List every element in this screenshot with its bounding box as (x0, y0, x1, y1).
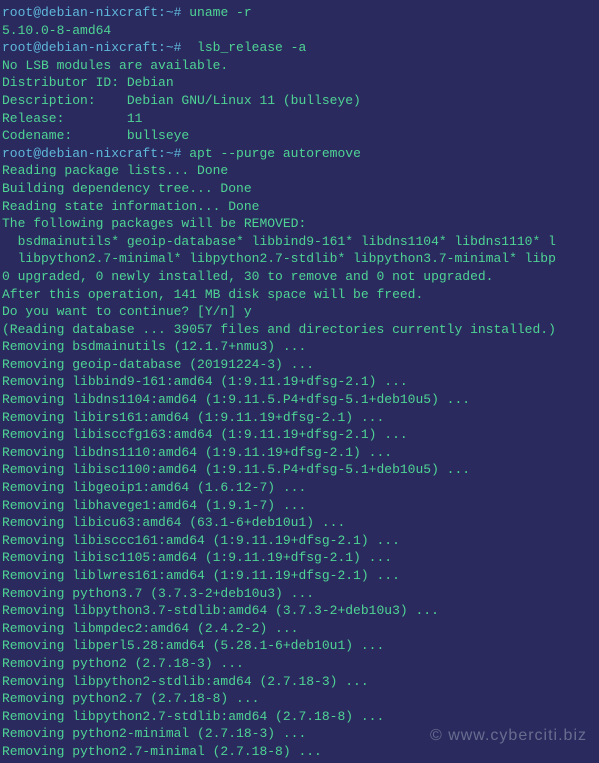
terminal-line: Removing python2 (2.7.18-3) ... (2, 655, 599, 673)
terminal-line: Removing libisc1105:amd64 (1:9.11.19+dfs… (2, 549, 599, 567)
terminal-line: Building dependency tree... Done (2, 180, 599, 198)
terminal-line: Removing libicu63:amd64 (63.1-6+deb10u1)… (2, 514, 599, 532)
shell-prompt: root@debian-nixcraft:~# (2, 5, 181, 20)
terminal-line: Removing libisccc161:amd64 (1:9.11.19+df… (2, 532, 599, 550)
shell-prompt: root@debian-nixcraft:~# (2, 40, 181, 55)
shell-command: apt --purge autoremove (181, 146, 360, 161)
shell-command: uname -r (181, 5, 251, 20)
terminal-line: After this operation, 141 MB disk space … (2, 286, 599, 304)
terminal-line: Removing libmpdec2:amd64 (2.4.2-2) ... (2, 620, 599, 638)
terminal-line: No LSB modules are available. (2, 57, 599, 75)
terminal-line: bsdmainutils* geoip-database* libbind9-1… (2, 233, 599, 251)
terminal-line: Removing libdns1104:amd64 (1:9.11.5.P4+d… (2, 391, 599, 409)
terminal-line: Removing bsdmainutils (12.1.7+nmu3) ... (2, 338, 599, 356)
terminal-line: root@debian-nixcraft:~# lsb_release -a (2, 39, 599, 57)
terminal-line: Removing libirs161:amd64 (1:9.11.19+dfsg… (2, 409, 599, 427)
terminal-line: Removing libbind9-161:amd64 (1:9.11.19+d… (2, 373, 599, 391)
terminal-line: Reading state information... Done (2, 198, 599, 216)
terminal-line: Codename: bullseye (2, 127, 599, 145)
terminal-line: Removing libisc1100:amd64 (1:9.11.5.P4+d… (2, 461, 599, 479)
terminal-line: (Reading database ... 39057 files and di… (2, 321, 599, 339)
terminal-line: Removing libgeoip1:amd64 (1.6.12-7) ... (2, 479, 599, 497)
terminal-line: 0 upgraded, 0 newly installed, 30 to rem… (2, 268, 599, 286)
terminal-line: Distributor ID: Debian (2, 74, 599, 92)
terminal-line: Reading package lists... Done (2, 162, 599, 180)
terminal-line: Removing python3.7 (3.7.3-2+deb10u3) ... (2, 585, 599, 603)
terminal-line: Removing liblwres161:amd64 (1:9.11.19+df… (2, 567, 599, 585)
terminal-line: libpython2.7-minimal* libpython2.7-stdli… (2, 250, 599, 268)
terminal-line: Removing geoip-database (20191224-3) ... (2, 356, 599, 374)
terminal-line: 5.10.0-8-amd64 (2, 22, 599, 40)
shell-command: lsb_release -a (181, 40, 306, 55)
terminal-line: The following packages will be REMOVED: (2, 215, 599, 233)
shell-prompt: root@debian-nixcraft:~# (2, 146, 181, 161)
terminal-line: Removing python2.7-minimal (2.7.18-8) ..… (2, 743, 599, 761)
terminal-line: Removing libisccfg163:amd64 (1:9.11.19+d… (2, 426, 599, 444)
terminal-output: root@debian-nixcraft:~# uname -r5.10.0-8… (2, 4, 599, 761)
terminal-line: root@debian-nixcraft:~# uname -r (2, 4, 599, 22)
terminal-line: Removing libhavege1:amd64 (1.9.1-7) ... (2, 497, 599, 515)
terminal-line: Removing python2-minimal (2.7.18-3) ... (2, 725, 599, 743)
terminal-line: Release: 11 (2, 110, 599, 128)
terminal-line: Removing libpython2-stdlib:amd64 (2.7.18… (2, 673, 599, 691)
terminal-line: root@debian-nixcraft:~# apt --purge auto… (2, 145, 599, 163)
terminal-line: Removing libdns1110:amd64 (1:9.11.19+dfs… (2, 444, 599, 462)
terminal-line: Removing libperl5.28:amd64 (5.28.1-6+deb… (2, 637, 599, 655)
terminal-line: Removing libpython2.7-stdlib:amd64 (2.7.… (2, 708, 599, 726)
terminal-line: Removing libpython3.7-stdlib:amd64 (3.7.… (2, 602, 599, 620)
terminal-line: Removing python2.7 (2.7.18-8) ... (2, 690, 599, 708)
terminal-line: Do you want to continue? [Y/n] y (2, 303, 599, 321)
terminal-line: Description: Debian GNU/Linux 11 (bullse… (2, 92, 599, 110)
